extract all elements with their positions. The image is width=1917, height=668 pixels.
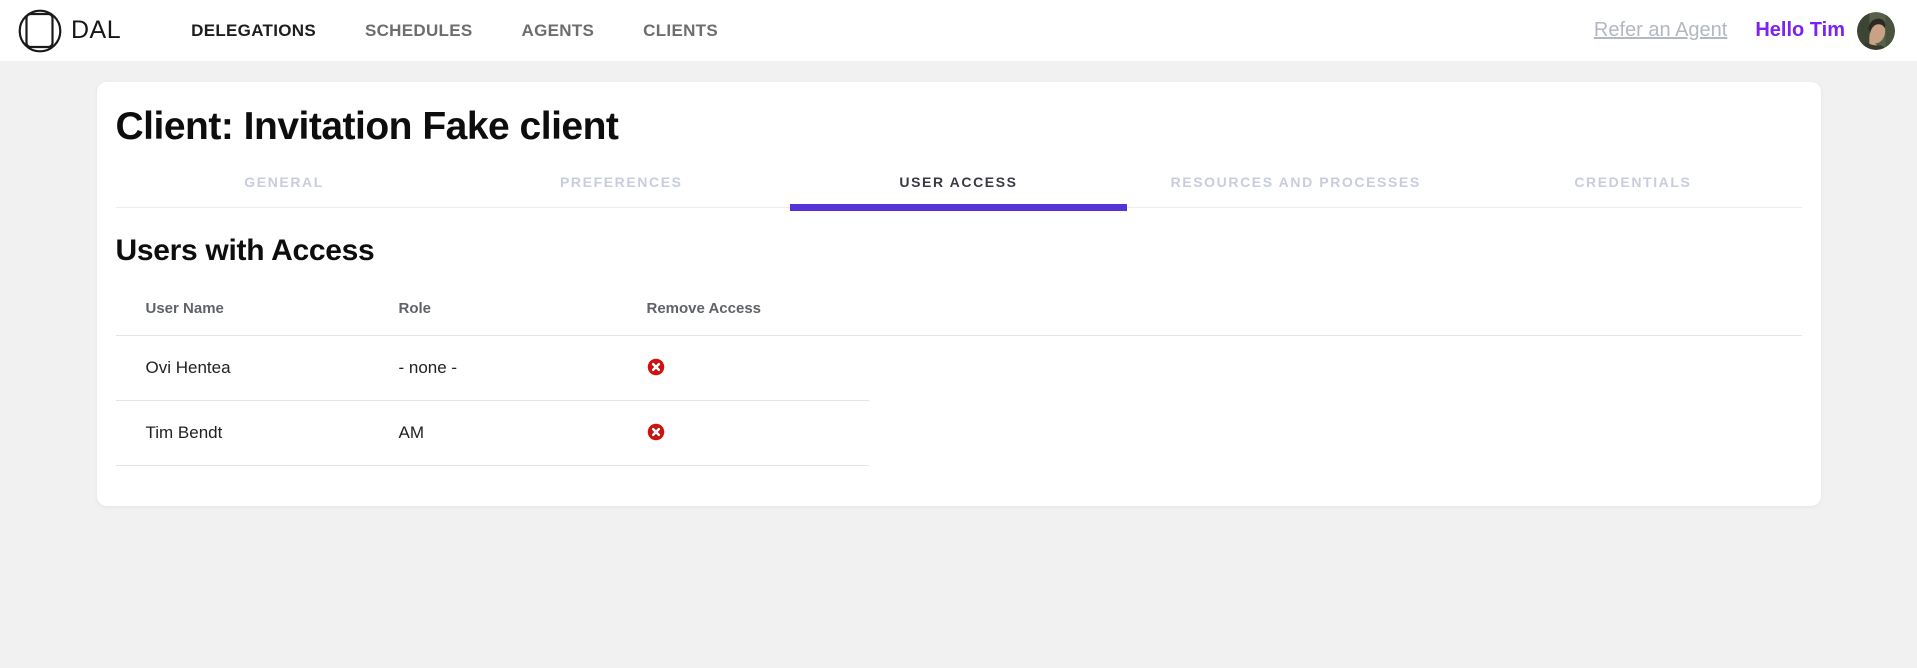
top-navigation: DAL DELEGATIONS SCHEDULES AGENTS CLIENTS…	[0, 0, 1917, 61]
remove-access-icon	[647, 358, 665, 379]
client-detail-card: Client: Invitation Fake client GENERAL P…	[97, 82, 1821, 506]
remove-access-button[interactable]	[647, 359, 665, 377]
tab-resources-and-processes[interactable]: RESOURCES AND PROCESSES	[1127, 162, 1464, 207]
table-row: Tim Bendt AM	[116, 401, 869, 466]
client-tabs: GENERAL PREFERENCES USER ACCESS RESOURCE…	[116, 162, 1802, 208]
table-body: Ovi Hentea - none - Tim Bendt AM	[116, 336, 869, 466]
nav-item-agents[interactable]: AGENTS	[522, 21, 595, 41]
dal-logo-icon	[18, 9, 62, 53]
tab-credentials[interactable]: CREDENTIALS	[1464, 162, 1801, 207]
column-header-role: Role	[399, 300, 647, 317]
column-header-remove-access: Remove Access	[647, 300, 1802, 317]
user-greeting[interactable]: Hello Tim	[1755, 19, 1845, 42]
section-title-users-with-access: Users with Access	[116, 232, 1802, 270]
main-nav: DELEGATIONS SCHEDULES AGENTS CLIENTS	[191, 21, 718, 41]
table-header-row: User Name Role Remove Access	[116, 282, 1802, 336]
remove-access-icon	[647, 423, 665, 444]
remove-access-button[interactable]	[647, 424, 665, 442]
user-name-cell: Tim Bendt	[146, 423, 399, 443]
nav-item-clients[interactable]: CLIENTS	[643, 21, 718, 41]
tab-general[interactable]: GENERAL	[116, 162, 453, 207]
nav-item-schedules[interactable]: SCHEDULES	[365, 21, 473, 41]
user-name-cell: Ovi Hentea	[146, 358, 399, 378]
table-row: Ovi Hentea - none -	[116, 336, 869, 401]
users-access-table: User Name Role Remove Access Ovi Hentea …	[116, 282, 1802, 466]
brand-logo-link[interactable]: DAL	[18, 9, 121, 53]
tab-preferences[interactable]: PREFERENCES	[453, 162, 790, 207]
tab-user-access[interactable]: USER ACCESS	[790, 162, 1127, 207]
nav-item-delegations[interactable]: DELEGATIONS	[191, 21, 316, 41]
role-cell: AM	[399, 423, 647, 443]
brand-text: DAL	[71, 16, 121, 45]
user-avatar[interactable]	[1857, 12, 1895, 50]
column-header-user-name: User Name	[146, 300, 399, 317]
role-cell: - none -	[399, 358, 647, 378]
refer-an-agent-link[interactable]: Refer an Agent	[1594, 19, 1727, 42]
page-title: Client: Invitation Fake client	[116, 82, 1802, 150]
